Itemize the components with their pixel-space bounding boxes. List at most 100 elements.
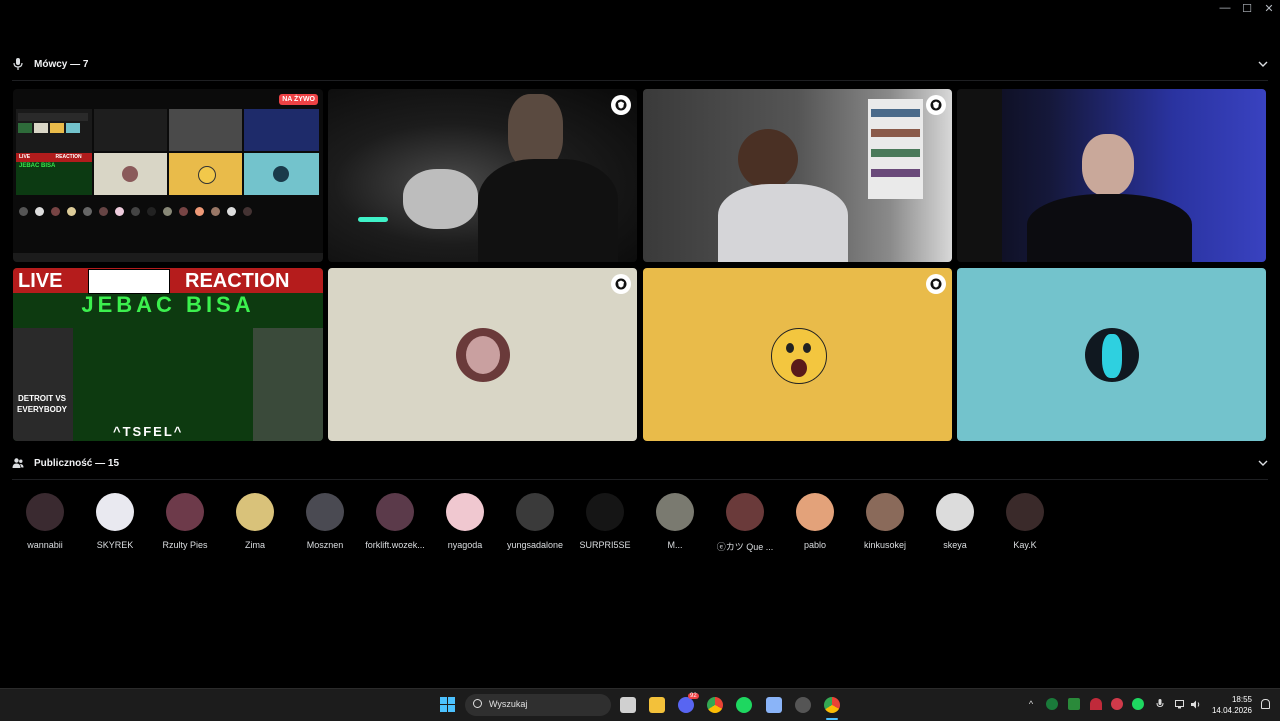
person-face: [1082, 134, 1134, 196]
member-name: Zima: [245, 540, 265, 550]
avatar: [936, 493, 974, 531]
live-badge: NA ŻYWO: [279, 94, 318, 105]
audience-member[interactable]: forklift.wozek...: [360, 493, 430, 550]
tray-microphone-icon[interactable]: [1154, 698, 1166, 710]
audience-header[interactable]: Publiczność — 15: [0, 453, 1280, 473]
task-view-icon[interactable]: [620, 697, 636, 713]
moderator-shield-icon: [926, 274, 946, 294]
audience-member[interactable]: skeya: [920, 493, 990, 550]
discord-icon[interactable]: [678, 697, 694, 713]
audience-title: Publiczność — 15: [34, 457, 120, 469]
speaker-avatar-tile-1[interactable]: [328, 268, 637, 441]
stream-footer-text: ^TSFEL^: [113, 424, 184, 439]
speaker-camera-3[interactable]: [957, 89, 1266, 262]
audience-member[interactable]: M...: [640, 493, 710, 550]
avatar: [726, 493, 764, 531]
member-name: ⓔカツ Que ...: [716, 542, 774, 552]
audience-member[interactable]: wannabii: [10, 493, 80, 550]
speaker-camera-1[interactable]: [328, 89, 637, 262]
chrome-icon[interactable]: [707, 697, 723, 713]
stream-live-label: LIVE: [18, 270, 63, 292]
avatar: [586, 493, 624, 531]
mini-tile-teal: [244, 153, 319, 195]
windows-taskbar: Wyszukaj 92 ^ 18:55 14.04.2026: [0, 688, 1280, 721]
audience-member[interactable]: Zima: [220, 493, 290, 550]
mini-cam-1: [94, 109, 167, 151]
chevron-down-icon[interactable]: [1256, 456, 1270, 470]
minimize-button[interactable]: —: [1214, 0, 1236, 16]
avatar: [796, 493, 834, 531]
stream-side-panel: DETROIT VS EVERYBODY: [13, 328, 73, 441]
clock-date: 14.04.2026: [1211, 706, 1252, 715]
member-name: SURPRI5SE: [579, 540, 631, 550]
mini-tile-beige: [94, 153, 167, 195]
audience-member[interactable]: Mosznen: [290, 493, 360, 550]
moderator-shield-icon: [611, 274, 631, 294]
taskbar-clock[interactable]: 18:55 14.04.2026: [1212, 694, 1252, 716]
chrome-active-icon[interactable]: [824, 697, 840, 713]
tray-network-icon[interactable]: [1174, 698, 1186, 710]
chevron-down-icon[interactable]: [1256, 57, 1270, 71]
light-glow: [358, 217, 388, 222]
tray-shield-icon[interactable]: [1090, 698, 1102, 710]
avatar: [656, 493, 694, 531]
speaker-avatar-tile-2[interactable]: [643, 268, 952, 441]
clock-time: 18:55: [1231, 695, 1252, 704]
member-name: M...: [667, 540, 683, 550]
speaker-avatar-tile-3[interactable]: [957, 268, 1266, 441]
tray-app-icon[interactable]: [1046, 698, 1058, 710]
mini-stream: LIVE REACTION JEBAC BISA: [16, 153, 92, 195]
stream-tile[interactable]: LIVE REACTION JEBAC BISA DETROIT VS EVER…: [13, 268, 323, 441]
app-icon[interactable]: [795, 697, 811, 713]
audience-member[interactable]: pablo: [780, 493, 850, 550]
audience-member[interactable]: ⓔカツ Que ...: [710, 493, 780, 553]
mini-reaction-label: REACTION: [55, 154, 82, 160]
body-silhouette: [478, 159, 618, 262]
audience-member[interactable]: SKYREK: [80, 493, 150, 550]
close-button[interactable]: ✕: [1258, 0, 1280, 16]
mini-sidebar-thumb: [16, 109, 92, 154]
member-name: pablo: [803, 540, 827, 550]
start-windows-icon[interactable]: [440, 697, 456, 713]
tray-spotify-icon[interactable]: [1132, 698, 1144, 710]
member-name: kinkusokej: [863, 540, 907, 550]
search-placeholder: Wyszukaj: [489, 699, 528, 709]
tray-volume-icon[interactable]: [1190, 698, 1202, 710]
person-body: [718, 184, 848, 262]
mini-taskbar: [13, 253, 323, 262]
audience-member[interactable]: Kay.K: [990, 493, 1060, 550]
avatar: [166, 493, 204, 531]
taskbar-search[interactable]: Wyszukaj: [465, 694, 611, 716]
tray-red-icon[interactable]: [1111, 698, 1123, 710]
avatar: [866, 493, 904, 531]
spotify-icon[interactable]: [736, 697, 752, 713]
audience-member[interactable]: yungsadalone: [500, 493, 570, 550]
notification-bell-icon[interactable]: [1261, 699, 1270, 709]
people-icon: [11, 456, 25, 470]
mini-tile-yellow: [169, 153, 242, 195]
mini-live-label: LIVE: [19, 154, 31, 160]
member-name: forklift.wozek...: [365, 540, 425, 550]
audience-member[interactable]: nyagoda: [430, 493, 500, 550]
stream-logo-icon: [88, 269, 170, 294]
member-name: wannabii: [27, 540, 63, 550]
notepad-icon[interactable]: [766, 697, 782, 713]
member-name: Rzulty Pies: [162, 540, 208, 550]
audience-member[interactable]: SURPRI5SE: [570, 493, 640, 550]
screenshare-tile[interactable]: LIVE REACTION JEBAC BISA NA ŻYWO: [13, 89, 323, 262]
audience-member[interactable]: Rzulty Pies: [150, 493, 220, 550]
maximize-button[interactable]: ☐: [1236, 0, 1258, 16]
avatar: [306, 493, 344, 531]
file-explorer-icon[interactable]: [649, 697, 665, 713]
speaker-camera-2[interactable]: [643, 89, 952, 262]
window-controls: — ☐ ✕: [1214, 0, 1280, 16]
tray-chevron-up-icon[interactable]: ^: [1025, 698, 1037, 710]
stream-banner: JEBAC BISA: [81, 292, 255, 317]
tray-nvidia-icon[interactable]: [1068, 698, 1080, 710]
member-name: yungsadalone: [506, 540, 564, 550]
avatar: [1006, 493, 1044, 531]
speakers-header[interactable]: Mówcy — 7: [0, 54, 1280, 74]
mini-audience-row: [19, 207, 269, 219]
microphone-icon: [11, 57, 25, 71]
audience-member[interactable]: kinkusokej: [850, 493, 920, 550]
